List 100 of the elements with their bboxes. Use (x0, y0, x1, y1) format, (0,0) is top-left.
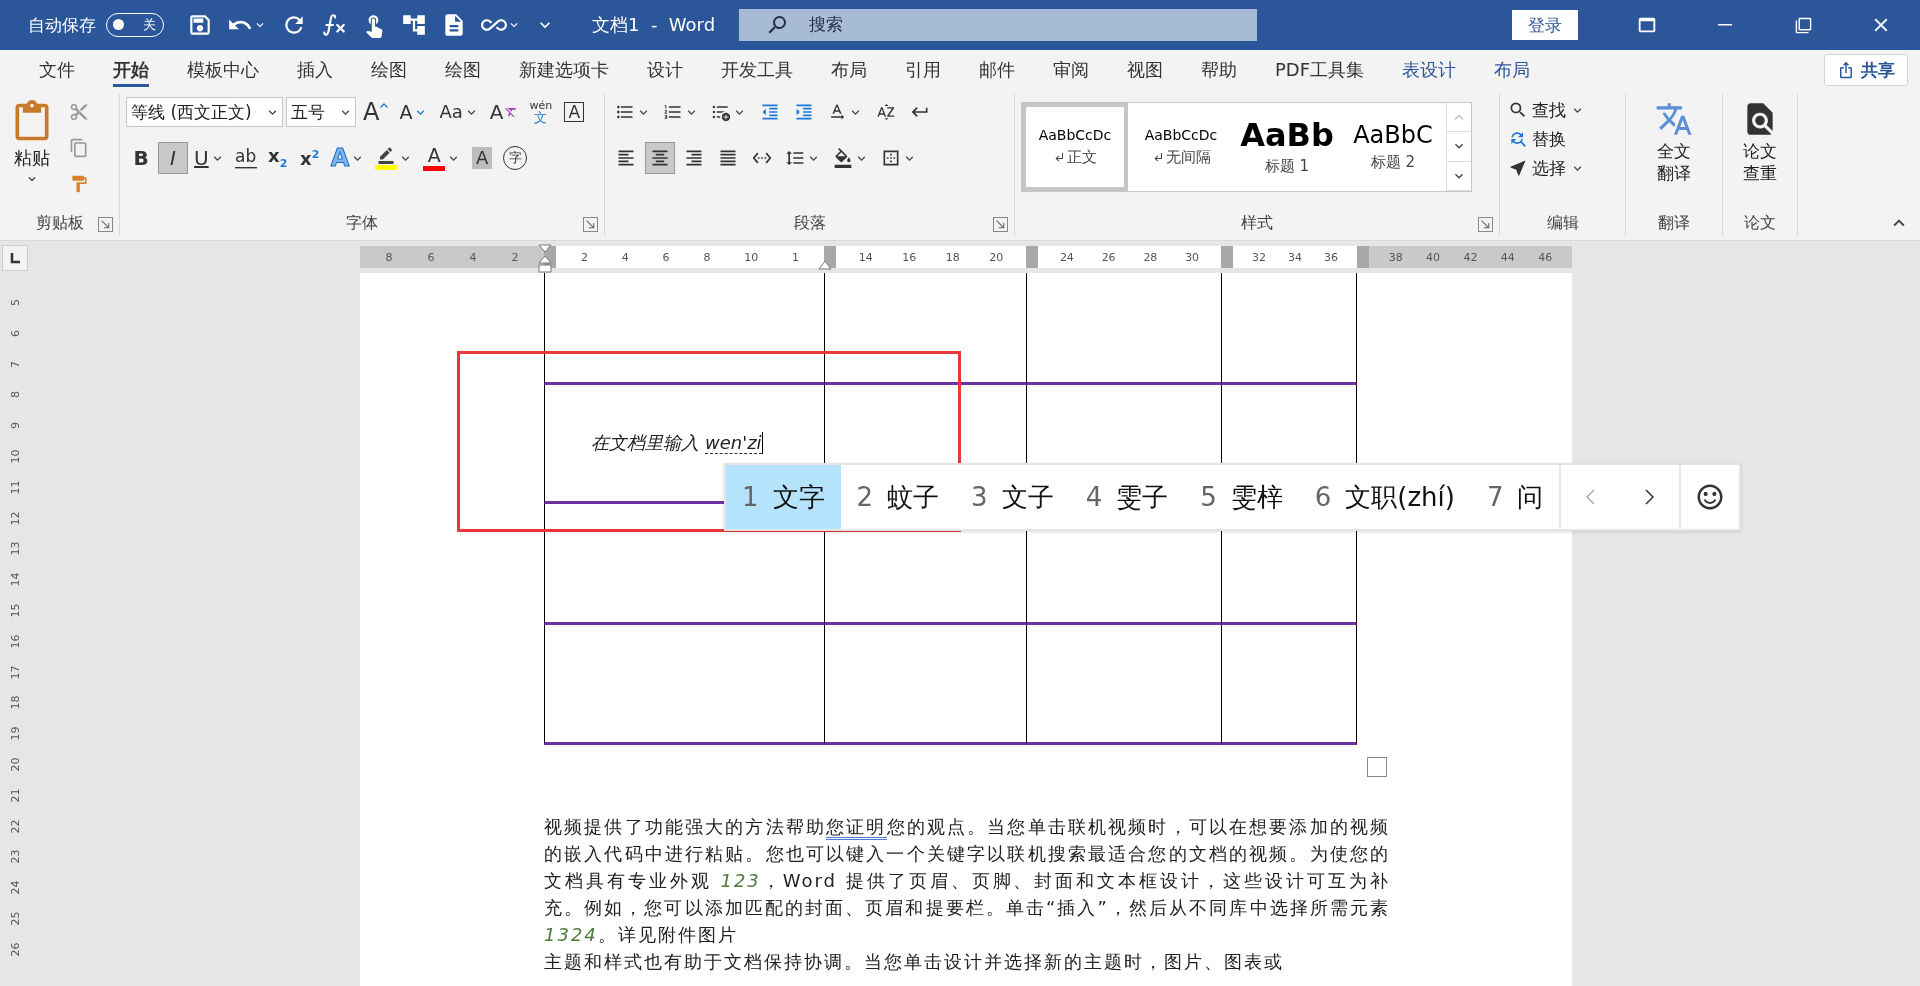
caret-up-icon (380, 103, 389, 108)
group-label: 样式 (1241, 212, 1273, 234)
ruler-number: 4 (469, 250, 477, 264)
body-paragraph: 视频提供了功能强大的方法帮助您证明您的观点。当您单击联机视频时，可以在想要添加的视频的嵌入代码中进行粘贴。您也可以键入一个关键字以联机搜索最适合您的文档的视频。为使您的文档具有专业外观 123，Word 提供了页眉、页脚、封面和文本框设计，这些设计可互为补充。例如，您可以添加匹配的封面、页眉和提要栏。单击“插入”，然后从不同库中选择所需元素 1324。详见附件图片 (544, 815, 1390, 947)
ime-candidate[interactable]: 6 文职(zhí) (1298, 465, 1471, 529)
ruler-number: 8 (7, 391, 23, 399)
clear-formatting-button[interactable]: A (485, 96, 523, 128)
ime-candidate[interactable]: 1 文字 (726, 465, 841, 529)
phonetic-guide-button[interactable]: wén 文 (525, 96, 557, 128)
search-field[interactable]: 搜索 (739, 9, 1258, 41)
ribbon-tab[interactable]: 邮件 (960, 50, 1034, 90)
ruler-number: 16 (902, 250, 917, 264)
shrink-font-button[interactable]: A (395, 96, 433, 128)
ruler-number: 20 (989, 250, 1004, 264)
ruler-number: 14 (858, 250, 873, 264)
dialog-launcher-icon[interactable] (98, 217, 113, 232)
ime-candidate[interactable]: 2 蚊子 (840, 465, 956, 529)
ribbon-tab[interactable]: 开发工具 (702, 50, 812, 90)
dialog-launcher-icon[interactable] (1478, 217, 1493, 232)
ribbon-tab[interactable]: 新建选项卡 (500, 50, 628, 90)
copy-icon (69, 138, 89, 158)
ribbon-tab[interactable]: 绘图 (352, 50, 426, 90)
ribbon-tab[interactable]: 布局 (1475, 50, 1550, 90)
ruler-number: 2 (511, 250, 519, 264)
font-name-dropdown[interactable]: 等线 (西文正文) (126, 97, 283, 127)
minimize-icon (1718, 24, 1732, 26)
paste-button[interactable]: 粘贴 (6, 96, 58, 210)
style-item[interactable]: AaBbCcDc 正文 (1022, 103, 1128, 191)
grow-font-button[interactable]: A (359, 96, 393, 128)
ruler-number: 24 (1059, 250, 1074, 264)
login-button[interactable]: 登录 (1512, 10, 1578, 40)
italic-button[interactable]: I (158, 142, 188, 174)
editing-button[interactable]: 替换 (1506, 125, 1568, 153)
table-resize-handle[interactable] (1367, 757, 1387, 777)
dialog-launcher-icon[interactable] (993, 217, 1008, 232)
ribbon-tab[interactable]: 模板中心 (168, 50, 278, 90)
ribbon-tab[interactable]: 审阅 (1034, 50, 1108, 90)
outdent-icon (760, 102, 780, 122)
ribbon-tab[interactable]: 插入 (278, 50, 352, 90)
ribbon-tab[interactable]: 开始 (94, 50, 168, 90)
ime-candidate[interactable]: 5 雯梓 (1184, 465, 1299, 529)
ribbon-tab[interactable]: 视图 (1108, 50, 1182, 90)
font-size-dropdown[interactable]: 五号 (286, 97, 356, 127)
chevron-right-icon (1644, 489, 1654, 505)
restore-icon (1794, 16, 1812, 34)
plagiarism-check-button[interactable]: 论文查重 (1737, 96, 1783, 210)
alignment-button[interactable] (645, 142, 675, 174)
ruler-number: 40 (1426, 250, 1441, 264)
tab-stop-button[interactable] (2, 245, 28, 271)
ruler-number: 4 (621, 250, 629, 264)
emoji-button[interactable] (1679, 465, 1740, 529)
strikethrough-button[interactable]: ab (230, 142, 261, 174)
translate-button[interactable]: 全文翻译 (1651, 96, 1697, 210)
ruler-number: 24 (7, 880, 23, 895)
indent-marker-icon[interactable] (818, 260, 832, 270)
ruler-number: 6 (7, 329, 23, 337)
ruler-number: 1 (792, 250, 800, 264)
dialog-launcher-icon[interactable] (583, 217, 598, 232)
group-label: 论文 (1744, 212, 1776, 234)
text-cursor (761, 432, 763, 454)
ribbon-tab[interactable]: 绘图 (426, 50, 500, 90)
window-title: 文档1 - Word (592, 13, 716, 37)
ribbon-tab[interactable]: PDF工具集 (1256, 50, 1384, 90)
tab-stop-icon (9, 252, 21, 264)
share-button[interactable]: 共享 (1824, 54, 1908, 86)
editing-button[interactable]: 查找 (1506, 96, 1587, 124)
editing-button[interactable]: 选择 (1506, 154, 1587, 182)
change-case-button[interactable]: Aa (435, 96, 483, 128)
eraser-icon (504, 105, 519, 119)
ribbon-tab[interactable]: 布局 (812, 50, 886, 90)
ruler-number: 28 (1143, 250, 1158, 264)
border-icon (881, 148, 901, 168)
ribbon-tab[interactable]: 设计 (628, 50, 702, 90)
bold-button[interactable]: B (126, 142, 156, 174)
ruler-number: 8 (385, 250, 393, 264)
character-shading-button[interactable]: A (467, 142, 498, 174)
scissors-icon (69, 102, 89, 122)
share-icon (1837, 61, 1855, 79)
autosave-label: 自动保存 (28, 13, 96, 37)
ime-candidate[interactable]: 7 问 (1470, 465, 1560, 529)
ribbon-tab[interactable]: 文件 (20, 50, 94, 90)
ime-candidate[interactable]: 3 文子 (955, 465, 1070, 529)
subscript-button[interactable]: x$_{2}$ (262, 142, 293, 174)
character-border-button[interactable]: A (559, 96, 590, 128)
indent-marker-icon[interactable] (538, 244, 552, 274)
ribbon-tab[interactable]: 帮助 (1182, 50, 1256, 90)
ruler-number: 38 (1388, 250, 1403, 264)
ruler-number: 2 (580, 250, 588, 264)
ruler-number: 11 (7, 480, 23, 495)
group-label: 字体 (346, 212, 378, 234)
ruler-number: 14 (7, 572, 23, 587)
ruler-number: 15 (7, 603, 23, 618)
ribbon-tab[interactable]: 引用 (886, 50, 960, 90)
ime-candidate[interactable]: 4 雯子 (1069, 465, 1185, 529)
superscript-button[interactable]: x$^{2}$ (294, 142, 325, 174)
font-color-button[interactable]: A (419, 142, 466, 174)
ribbon-tab[interactable]: 表设计 (1383, 50, 1476, 90)
underline-button[interactable]: U (190, 142, 229, 174)
ruler-number: 21 (7, 788, 23, 803)
ruler-number: 17 (7, 664, 23, 679)
